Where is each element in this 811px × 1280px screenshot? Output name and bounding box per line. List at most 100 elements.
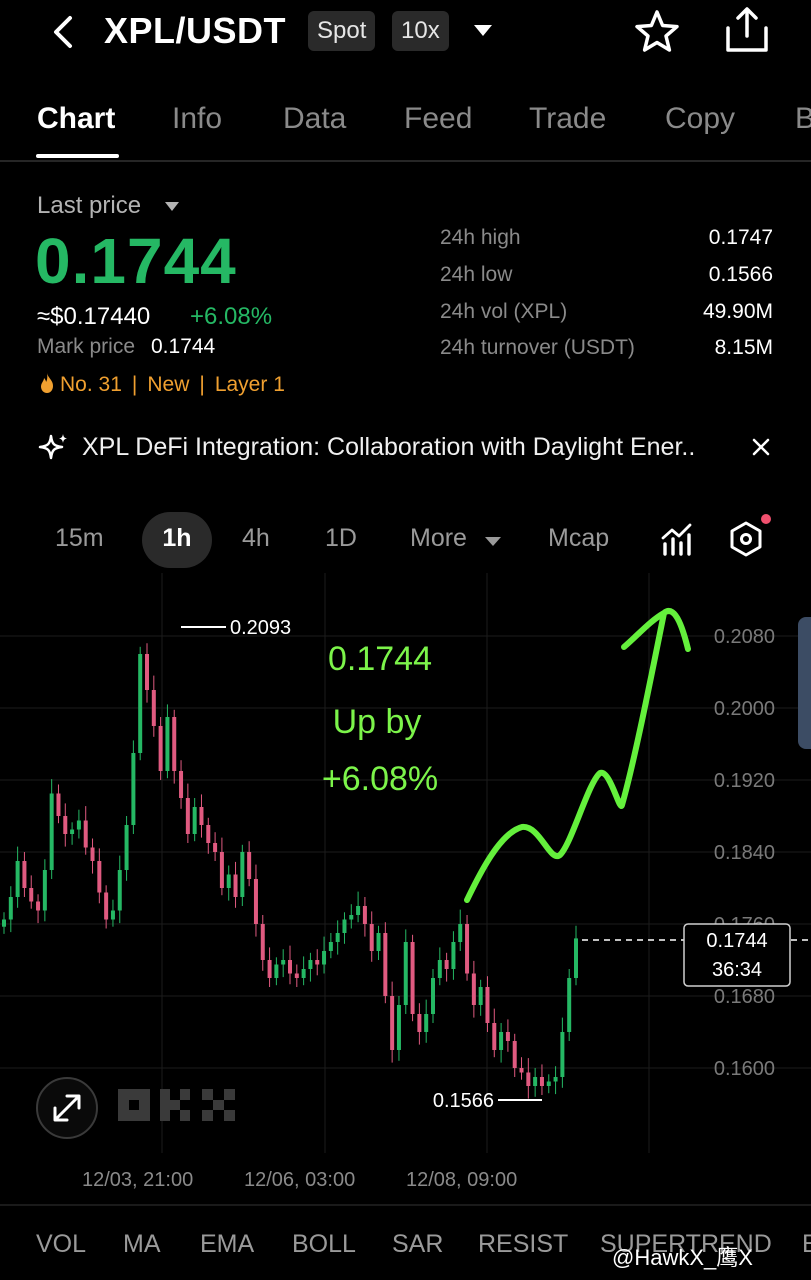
- y-tick-label: 0.2080: [714, 626, 775, 648]
- fire-icon: [41, 373, 53, 393]
- stat-high-label: 24h high: [440, 226, 521, 249]
- indicator-resist[interactable]: RESIST: [478, 1230, 568, 1259]
- back-icon[interactable]: [48, 12, 78, 52]
- candle: [424, 1014, 429, 1032]
- favorite-star-icon[interactable]: [634, 8, 680, 54]
- last-price-label[interactable]: Last price: [37, 192, 141, 220]
- candle: [485, 987, 490, 1023]
- candle: [29, 888, 34, 902]
- side-drawer-handle[interactable]: [798, 617, 811, 749]
- price-type-caret-icon[interactable]: [164, 200, 180, 212]
- candle: [315, 960, 320, 965]
- candle: [151, 690, 156, 726]
- tab-data[interactable]: Data: [283, 102, 346, 136]
- candle: [145, 654, 149, 690]
- share-icon[interactable]: [722, 6, 772, 54]
- candle: [56, 793, 61, 816]
- last-price: 0.1744: [35, 225, 237, 297]
- pair-dropdown-icon[interactable]: [472, 22, 494, 38]
- tab-copy[interactable]: Copy: [665, 102, 735, 136]
- candle: [294, 973, 299, 978]
- tab-info[interactable]: Info: [172, 102, 222, 136]
- candle: [253, 879, 258, 924]
- stat-low-value: 0.1566: [708, 263, 773, 286]
- candle: [172, 717, 177, 771]
- indicator-ma[interactable]: MA: [123, 1230, 161, 1259]
- candle: [376, 933, 381, 951]
- indicator-sar[interactable]: SAR: [392, 1230, 443, 1259]
- candle: [2, 919, 6, 927]
- candle: [97, 861, 102, 893]
- candle: [308, 960, 313, 969]
- more-caret-icon[interactable]: [484, 535, 502, 547]
- candle: [301, 969, 306, 978]
- annotation-change: +6.08%: [322, 760, 438, 798]
- candle: [158, 726, 163, 771]
- mcap-toggle[interactable]: Mcap: [548, 524, 609, 553]
- timeframe-more[interactable]: More: [410, 524, 467, 553]
- candle: [42, 870, 47, 911]
- rank-tag[interactable]: No. 31: [60, 373, 122, 396]
- candle: [199, 807, 204, 825]
- candle: [131, 753, 136, 825]
- candle: [110, 910, 115, 920]
- tab-trade[interactable]: Trade: [529, 102, 606, 136]
- tab-feed[interactable]: Feed: [404, 102, 472, 136]
- y-tick-label: 0.1600: [714, 1058, 775, 1080]
- candles: [2, 643, 578, 1099]
- candle: [322, 951, 327, 965]
- candle: [192, 807, 197, 834]
- low-label: 0.1566: [433, 1090, 494, 1112]
- top-bar: XPL/USDT Spot 10x: [0, 0, 811, 70]
- indicator-ema[interactable]: EMA: [200, 1230, 254, 1259]
- candle: [574, 938, 578, 978]
- candle: [465, 924, 470, 974]
- timeframe-1d[interactable]: 1D: [325, 524, 357, 553]
- stat-high-value: 0.1747: [708, 226, 773, 249]
- candle: [15, 861, 20, 897]
- annotation-up-by: Up by: [333, 703, 422, 741]
- indicator-vol[interactable]: VOL: [36, 1230, 86, 1259]
- fullscreen-button[interactable]: [36, 1077, 98, 1139]
- candle: [349, 915, 354, 920]
- candle: [165, 717, 170, 771]
- market-type-chip: Spot: [308, 11, 376, 51]
- candle: [539, 1077, 544, 1086]
- active-tab-indicator: [36, 154, 119, 158]
- candle: [124, 825, 129, 870]
- indicator-boll[interactable]: BOLL: [292, 1230, 356, 1259]
- candle: [369, 924, 374, 951]
- candle: [70, 829, 75, 834]
- mark-price-label: Mark price: [37, 335, 136, 358]
- tab-chart[interactable]: Chart: [37, 102, 115, 136]
- candle: [431, 978, 435, 1014]
- new-tag[interactable]: New: [147, 373, 189, 396]
- timeframe-15m[interactable]: 15m: [55, 524, 104, 553]
- candle: [335, 933, 340, 942]
- x-tick-2: 12/06, 03:00: [244, 1169, 356, 1191]
- news-headline[interactable]: XPL DeFi Integration: Collaboration with…: [82, 433, 742, 462]
- stat-vol-value: 49.90M: [702, 300, 773, 323]
- candle: [328, 942, 333, 951]
- leverage-chip: 10x: [392, 11, 449, 51]
- candle: [553, 1077, 558, 1082]
- layer-tag[interactable]: Layer 1: [215, 373, 285, 396]
- timeframe-4h[interactable]: 4h: [242, 524, 270, 553]
- usd-price: ≈$0.17440: [37, 303, 151, 330]
- candle: [117, 870, 122, 911]
- candle: [458, 924, 463, 942]
- candle: [36, 901, 41, 911]
- y-tick-label: 0.1680: [714, 986, 775, 1008]
- candle: [219, 852, 224, 888]
- candle: [281, 960, 286, 965]
- candle: [499, 1032, 504, 1050]
- close-icon[interactable]: [748, 434, 774, 460]
- indicator-chart-icon[interactable]: [660, 522, 694, 556]
- candle: [451, 942, 456, 969]
- tab-bot[interactable]: B: [795, 102, 811, 136]
- timeframe-1h[interactable]: 1h: [142, 524, 212, 553]
- pair-title[interactable]: XPL/USDT: [104, 10, 286, 52]
- candle: [63, 816, 68, 834]
- chart-settings-icon[interactable]: [728, 520, 764, 558]
- indicator-more[interactable]: E: [802, 1230, 811, 1259]
